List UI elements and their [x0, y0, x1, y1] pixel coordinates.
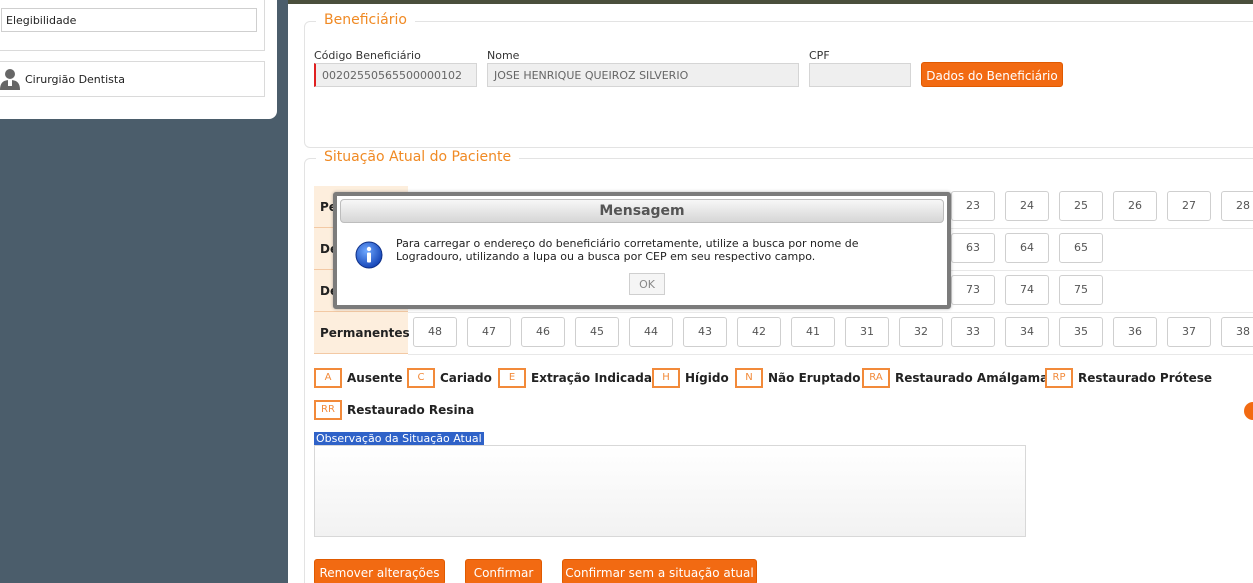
cpf-field[interactable]	[809, 63, 911, 87]
person-icon	[0, 69, 20, 90]
tooth-button[interactable]: 38	[1221, 317, 1253, 347]
sidebar-item-elegibilidade-container: Elegibilidade	[0, 0, 265, 51]
tooth-button[interactable]: 27	[1167, 191, 1211, 221]
legend-code-ra: RA	[862, 368, 890, 388]
tooth-button[interactable]: 73	[951, 275, 995, 305]
tooth-button[interactable]: 25	[1059, 191, 1103, 221]
tooth-button[interactable]: 74	[1005, 275, 1049, 305]
tooth-button[interactable]: 48	[413, 317, 457, 347]
remover-alteracoes-button[interactable]: Remover alterações	[314, 559, 445, 583]
legend-label-ausente: Ausente	[347, 371, 403, 385]
codigo-field[interactable]: 00202550565500000102	[314, 63, 477, 87]
tooth-button[interactable]: 24	[1005, 191, 1049, 221]
tooth-button[interactable]: 65	[1059, 233, 1103, 263]
tooth-button[interactable]: 42	[737, 317, 781, 347]
tooth-button[interactable]: 43	[683, 317, 727, 347]
tooth-button[interactable]: 28	[1221, 191, 1253, 221]
ok-button[interactable]: OK	[629, 273, 665, 295]
legend-code-rp: RP	[1045, 368, 1073, 388]
tooth-button[interactable]: 36	[1113, 317, 1157, 347]
sidebar-item-label: Cirurgião Dentista	[25, 73, 125, 86]
legend-label-higido: Hígido	[685, 371, 729, 385]
legend-code-a: A	[314, 368, 342, 388]
confirmar-sem-situacao-button[interactable]: Confirmar sem a situação atual	[562, 559, 757, 583]
tooth-button[interactable]: 64	[1005, 233, 1049, 263]
legend-label-nao-eruptado: Não Eruptado	[768, 371, 861, 385]
row-header-permanentes: Permanentes	[314, 312, 410, 354]
legend-label-cariado: Cariado	[440, 371, 492, 385]
tooth-button[interactable]: 32	[899, 317, 943, 347]
tooth-button[interactable]: 41	[791, 317, 835, 347]
beneficiario-title: Beneficiário	[316, 12, 415, 28]
grid-line	[408, 312, 1253, 313]
tooth-button[interactable]: 46	[521, 317, 565, 347]
legend-label-restaurado-resina: Restaurado Resina	[347, 403, 475, 417]
info-icon	[355, 241, 383, 269]
legend-label-restaurado-protese: Restaurado Prótese	[1078, 371, 1213, 385]
tooth-button[interactable]: 45	[575, 317, 619, 347]
situacao-title: Situação Atual do Paciente	[316, 149, 520, 165]
tooth-button[interactable]: 35	[1059, 317, 1103, 347]
tooth-button[interactable]: 75	[1059, 275, 1103, 305]
tooth-button[interactable]: 47	[467, 317, 511, 347]
cpf-label: CPF	[809, 49, 830, 62]
legend-code-e: E	[498, 368, 526, 388]
observacao-textarea[interactable]	[314, 445, 1026, 537]
tooth-button[interactable]: 37	[1167, 317, 1211, 347]
tooth-button[interactable]: 23	[951, 191, 995, 221]
message-dialog: Mensagem Para carregar o endereço do ben…	[333, 192, 951, 309]
tooth-button[interactable]: 34	[1005, 317, 1049, 347]
legend-label-extracao: Extração Indicada	[531, 371, 652, 385]
legend-code-c: C	[407, 368, 435, 388]
grid-line	[408, 354, 1253, 355]
sidebar-menu: Elegibilidade Cirurgião Dentista	[0, 0, 277, 119]
sidebar-item-elegibilidade[interactable]: Elegibilidade	[1, 8, 257, 32]
legend-label-restaurado-amalgama: Restaurado Amálgama	[895, 371, 1049, 385]
sidebar-item-cirurgiao-dentista[interactable]: Cirurgião Dentista	[0, 61, 265, 97]
codigo-label: Código Beneficiário	[314, 49, 421, 62]
dialog-title: Mensagem	[340, 199, 944, 223]
legend-code-rr: RR	[314, 400, 342, 420]
tooth-button[interactable]: 33	[951, 317, 995, 347]
dados-beneficiario-button[interactable]: Dados do Beneficiário	[921, 62, 1063, 87]
legend-code-n: N	[735, 368, 763, 388]
confirmar-button[interactable]: Confirmar	[465, 559, 542, 583]
observacao-label: Observação da Situação Atual	[314, 432, 484, 445]
nome-label: Nome	[487, 49, 520, 62]
dialog-message: Para carregar o endereço do beneficiário…	[396, 237, 859, 263]
nome-field[interactable]: JOSE HENRIQUE QUEIROZ SILVERIO	[487, 63, 799, 87]
tooth-button[interactable]: 31	[845, 317, 889, 347]
tooth-button[interactable]: 26	[1113, 191, 1157, 221]
tooth-button[interactable]: 44	[629, 317, 673, 347]
legend-code-h: H	[652, 368, 680, 388]
tooth-button[interactable]: 63	[951, 233, 995, 263]
